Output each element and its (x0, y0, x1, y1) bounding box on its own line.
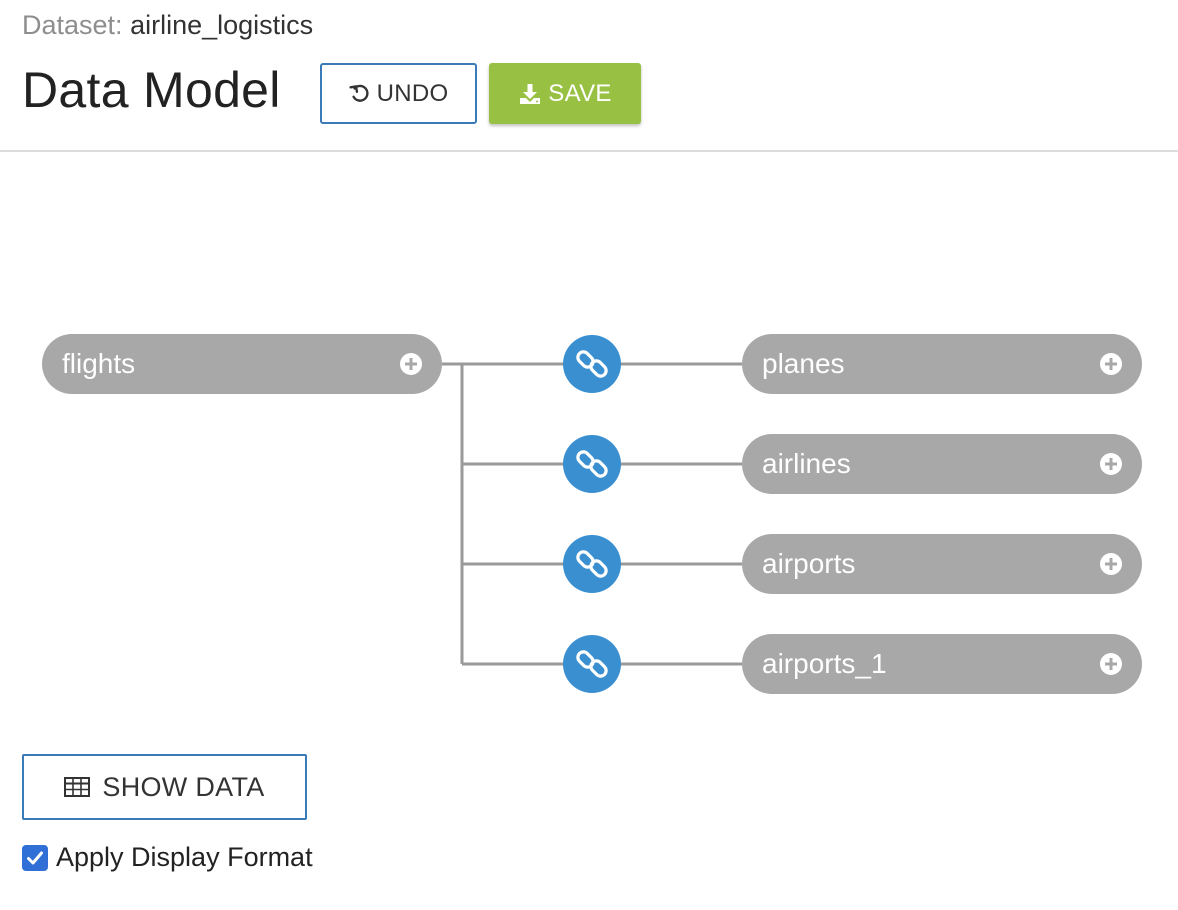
chain-link-icon (576, 550, 608, 578)
join-node-airports[interactable]: airports (742, 534, 1142, 594)
apply-display-format-checkbox[interactable] (22, 844, 48, 871)
data-model-page: Dataset: airline_logistics Data Model UN… (0, 0, 1178, 910)
join-node-airlines[interactable]: airlines (742, 434, 1142, 494)
node-label: airports_1 (762, 648, 887, 679)
show-data-label: SHOW DATA (102, 771, 265, 802)
join-link-button[interactable] (563, 435, 621, 493)
chain-link-icon (576, 450, 608, 478)
plus-circle-icon[interactable] (1098, 651, 1124, 677)
plus-circle-icon[interactable] (398, 351, 424, 377)
show-data-button[interactable]: SHOW DATA (22, 754, 307, 820)
join-node-planes[interactable]: planes (742, 334, 1142, 394)
plus-circle-icon[interactable] (1098, 351, 1124, 377)
chain-link-icon (576, 350, 608, 378)
node-label: airlines (762, 448, 851, 479)
join-link-button[interactable] (563, 635, 621, 693)
join-link-button[interactable] (563, 335, 621, 393)
root-node-flights[interactable]: flights (42, 334, 442, 394)
plus-circle-icon[interactable] (1098, 551, 1124, 577)
checkmark-icon (27, 851, 43, 864)
plus-circle-icon[interactable] (1098, 451, 1124, 477)
apply-display-format-label[interactable]: Apply Display Format (56, 842, 313, 873)
join-node-airports-1[interactable]: airports_1 (742, 634, 1142, 694)
join-link-button[interactable] (563, 535, 621, 593)
apply-display-format-row: Apply Display Format (22, 842, 313, 873)
node-label: airports (762, 548, 856, 579)
chain-link-icon (576, 650, 608, 678)
node-label: planes (762, 348, 845, 379)
node-label: flights (62, 348, 136, 379)
table-icon (64, 777, 91, 797)
